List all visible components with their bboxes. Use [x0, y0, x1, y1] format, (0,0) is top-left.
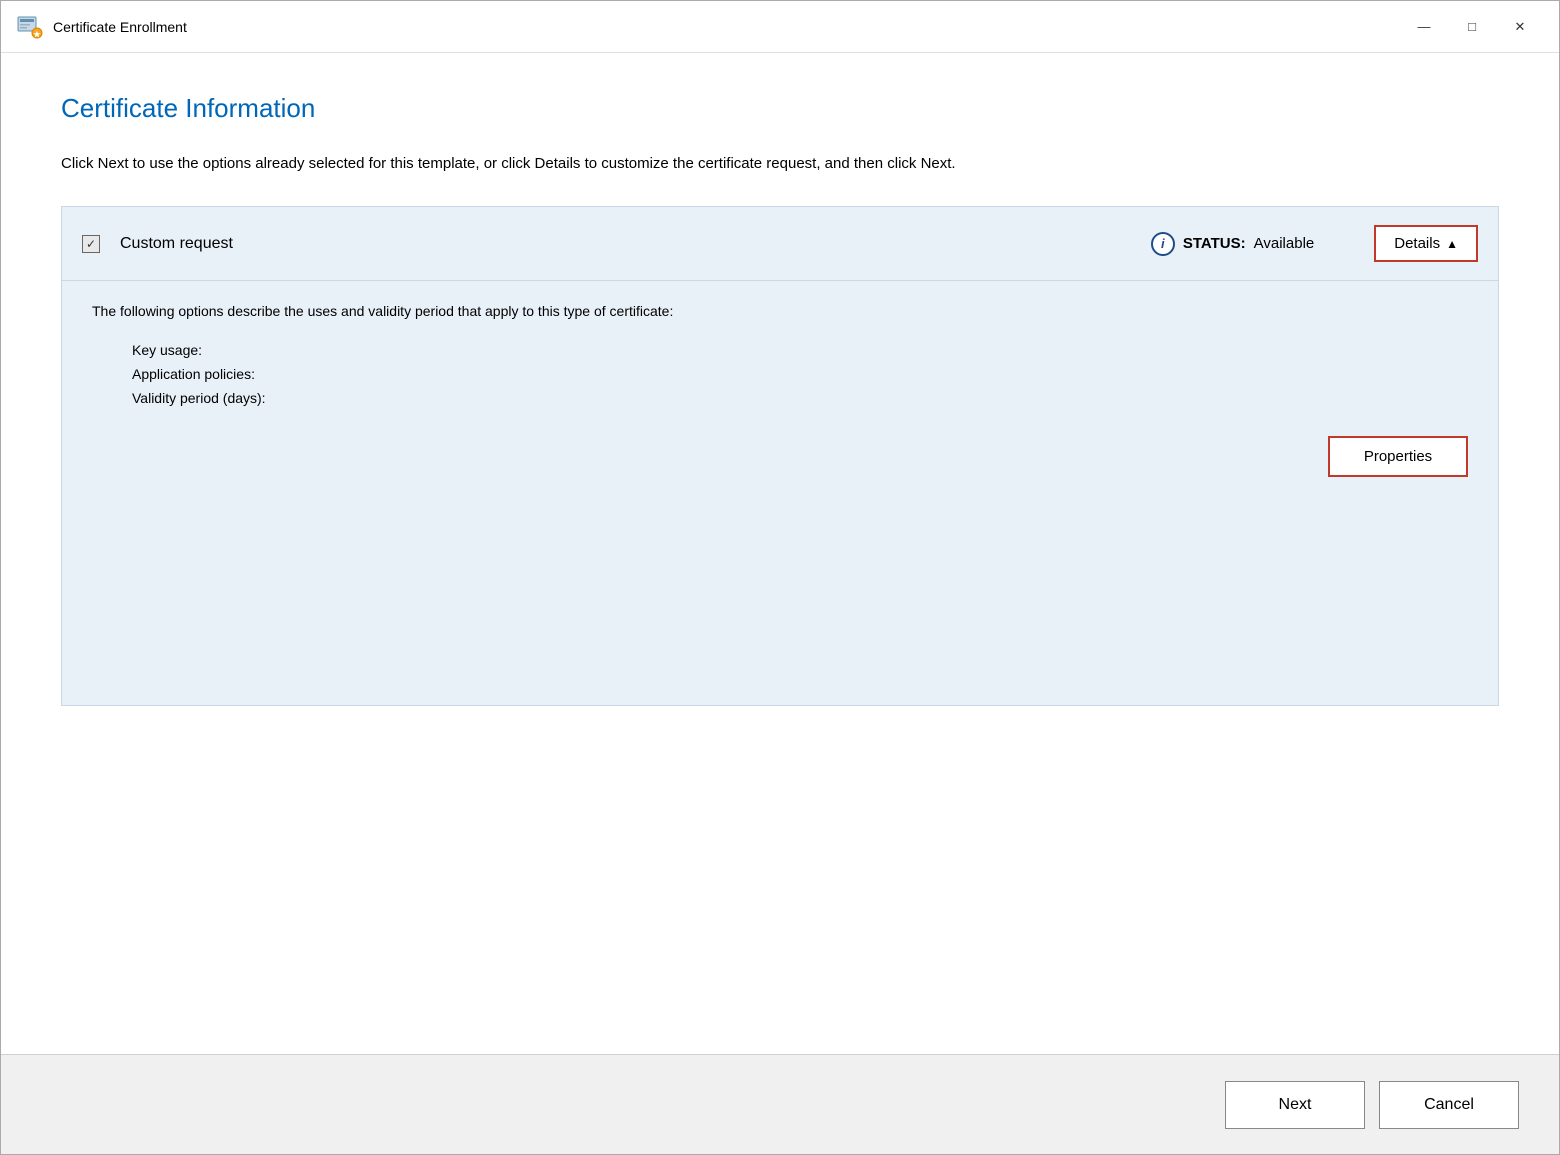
cert-name: Custom request [120, 235, 1131, 253]
field-app-policies: Application policies: [132, 366, 1468, 382]
field-key-usage: Key usage: [132, 342, 1468, 358]
maximize-button[interactable]: □ [1449, 11, 1495, 43]
info-icon: i [1151, 232, 1175, 256]
cert-panel-body: The following options describe the uses … [62, 281, 1498, 705]
page-heading: Certificate Information [61, 93, 1499, 124]
cert-fields: Key usage: Application policies: Validit… [132, 342, 1468, 406]
status-area: i STATUS: Available [1151, 232, 1314, 256]
details-button[interactable]: Details ▲ [1374, 225, 1478, 262]
cert-panel-header: ✓ Custom request i STATUS: Available Det… [62, 207, 1498, 281]
main-window: ★ Certificate Enrollment — □ ✕ Certifica… [0, 0, 1560, 1155]
field-validity-period: Validity period (days): [132, 390, 1468, 406]
chevron-up-icon: ▲ [1446, 237, 1458, 251]
details-button-label: Details [1394, 235, 1440, 252]
status-label: STATUS: [1183, 235, 1246, 252]
footer: Next Cancel [1, 1054, 1559, 1154]
cert-checkbox[interactable]: ✓ [82, 235, 100, 253]
window-controls: — □ ✕ [1401, 11, 1543, 43]
properties-button[interactable]: Properties [1328, 436, 1468, 477]
content-area: Certificate Information Click Next to us… [1, 53, 1559, 1054]
app-icon: ★ [17, 14, 43, 40]
close-button[interactable]: ✕ [1497, 11, 1543, 43]
checkbox-check: ✓ [86, 237, 96, 251]
cancel-button[interactable]: Cancel [1379, 1081, 1519, 1129]
properties-area: Properties [92, 436, 1468, 477]
minimize-button[interactable]: — [1401, 11, 1447, 43]
status-value: Available [1254, 235, 1315, 252]
next-button[interactable]: Next [1225, 1081, 1365, 1129]
window-title: Certificate Enrollment [53, 19, 1401, 35]
title-bar: ★ Certificate Enrollment — □ ✕ [1, 1, 1559, 53]
page-description: Click Next to use the options already se… [61, 152, 1161, 176]
svg-text:★: ★ [33, 30, 41, 39]
cert-panel: ✓ Custom request i STATUS: Available Det… [61, 206, 1499, 706]
cert-body-description: The following options describe the uses … [92, 301, 1468, 322]
